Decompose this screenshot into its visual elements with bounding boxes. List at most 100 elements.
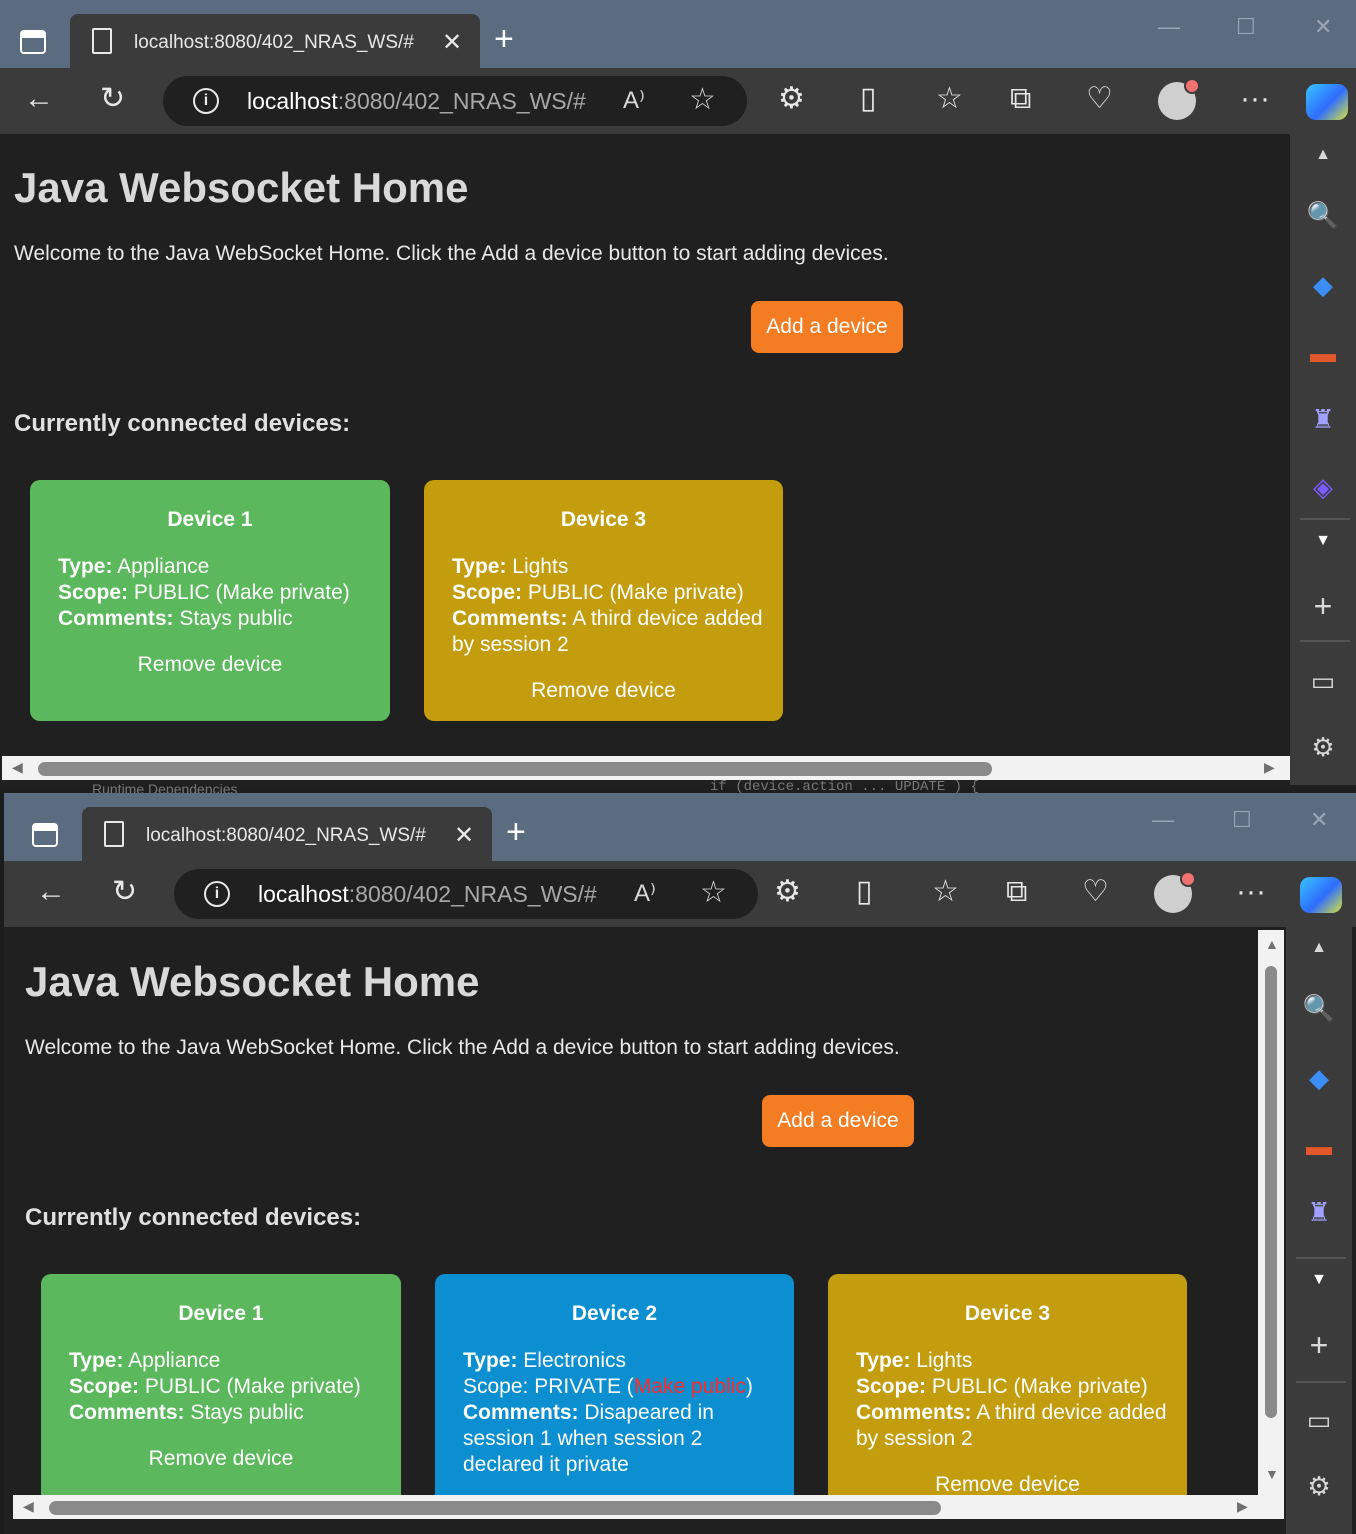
profile-avatar[interactable] xyxy=(1154,871,1196,913)
scope-label: Scope: xyxy=(69,1375,140,1398)
search-icon[interactable]: 🔍 xyxy=(1286,993,1352,1024)
more-icon[interactable]: ··· xyxy=(1240,84,1270,114)
browser-window-session-1: localhost:8080/402_NRAS_WS/# ✕ + — ☐ ✕ ←… xyxy=(0,0,1356,785)
close-window-icon[interactable]: ✕ xyxy=(1314,14,1332,40)
extensions-icon[interactable]: ⚙ xyxy=(778,84,805,114)
close-tab-icon[interactable]: ✕ xyxy=(454,821,474,850)
site-info-icon[interactable]: i xyxy=(204,881,230,907)
close-tab-icon[interactable]: ✕ xyxy=(442,28,462,57)
split-screen-icon[interactable]: ▯ xyxy=(860,84,877,114)
add-sidebar-app-icon[interactable]: + xyxy=(1290,588,1356,625)
scroll-right-icon[interactable]: ▶ xyxy=(1237,1498,1248,1515)
scrollbar-thumb[interactable] xyxy=(38,762,992,776)
scroll-left-icon[interactable]: ◀ xyxy=(12,759,23,776)
device-card: Device 1 Type: Appliance Scope: PUBLIC (… xyxy=(41,1274,401,1495)
edge-sidebar: ▲ 🔍 ◆ ▬ ♜ ▼ + ▭ ⚙ xyxy=(1286,927,1352,1534)
tab-active[interactable]: localhost:8080/402_NRAS_WS/# ✕ xyxy=(70,14,480,70)
address-bar[interactable]: i localhost:8080/402_NRAS_WS/# A⁾ ☆ xyxy=(174,869,758,919)
hide-sidebar-icon[interactable]: ▭ xyxy=(1290,666,1356,697)
copilot-icon[interactable] xyxy=(1306,84,1348,120)
remove-device-button[interactable]: Remove device xyxy=(30,652,390,678)
comments-label: Comments: xyxy=(58,607,174,630)
device-scope-toggle[interactable]: PUBLIC (Make private) xyxy=(926,1375,1148,1398)
new-tab-button[interactable]: + xyxy=(506,813,526,852)
maximize-icon[interactable]: ☐ xyxy=(1232,807,1252,833)
url-text[interactable]: localhost:8080/402_NRAS_WS/# xyxy=(247,88,586,115)
device-scope-toggle[interactable]: PUBLIC (Make private) xyxy=(139,1375,361,1398)
comments-label: Comments: xyxy=(856,1401,972,1424)
device-name: Device 1 xyxy=(167,508,253,531)
scroll-up-icon[interactable]: ▲ xyxy=(1290,146,1356,164)
minimize-icon[interactable]: — xyxy=(1158,14,1180,40)
collections-icon[interactable]: ⧉ xyxy=(1006,877,1027,907)
hide-sidebar-icon[interactable]: ▭ xyxy=(1286,1405,1352,1436)
tab-active[interactable]: localhost:8080/402_NRAS_WS/# ✕ xyxy=(82,807,492,863)
shopping-tag-icon[interactable]: ◆ xyxy=(1290,270,1356,301)
make-public-link[interactable]: Make public xyxy=(634,1375,746,1398)
scroll-down-icon[interactable]: ▼ xyxy=(1286,1271,1352,1289)
comments-label: Comments: xyxy=(463,1401,579,1424)
shopping-tag-icon[interactable]: ◆ xyxy=(1286,1063,1352,1094)
profile-avatar[interactable] xyxy=(1158,78,1200,120)
refresh-icon[interactable]: ↻ xyxy=(100,84,125,114)
vertical-scrollbar[interactable]: ▲ ▼ xyxy=(1258,930,1284,1495)
scroll-down-icon[interactable]: ▼ xyxy=(1290,532,1356,550)
remove-device-button[interactable]: Remove device xyxy=(41,1446,401,1472)
scroll-up-arrow-icon[interactable]: ▲ xyxy=(1265,936,1279,952)
scroll-right-icon[interactable]: ▶ xyxy=(1264,759,1275,776)
scope-label: Scope: xyxy=(856,1375,927,1398)
toolbar: ← ↻ i localhost:8080/402_NRAS_WS/# A⁾ ☆ … xyxy=(0,68,1356,134)
copilot-icon[interactable] xyxy=(1300,877,1342,913)
games-icon[interactable]: ♜ xyxy=(1290,404,1356,435)
new-tab-button[interactable]: + xyxy=(494,20,514,59)
favorites-icon[interactable]: ☆ xyxy=(936,84,963,114)
refresh-icon[interactable]: ↻ xyxy=(112,877,137,907)
scrollbar-thumb[interactable] xyxy=(1265,966,1277,1418)
add-sidebar-app-icon[interactable]: + xyxy=(1286,1327,1352,1364)
close-window-icon[interactable]: ✕ xyxy=(1310,807,1328,833)
add-device-button[interactable]: Add a device xyxy=(762,1095,914,1147)
tab-title: localhost:8080/402_NRAS_WS/# xyxy=(134,32,414,53)
collections-icon[interactable]: ⧉ xyxy=(1010,84,1031,114)
remove-device-button[interactable]: Remove device xyxy=(828,1472,1187,1495)
browser-essentials-icon[interactable]: ♡ xyxy=(1082,877,1109,907)
address-bar[interactable]: i localhost:8080/402_NRAS_WS/# A⁾ ☆ xyxy=(163,76,747,126)
tab-actions-icon[interactable] xyxy=(32,823,58,847)
read-aloud-icon[interactable]: A⁾ xyxy=(623,86,645,115)
microsoft-365-icon[interactable]: ◈ xyxy=(1290,472,1356,503)
favorite-star-icon[interactable]: ☆ xyxy=(689,82,716,117)
scrollbar-thumb[interactable] xyxy=(49,1501,941,1515)
comments-label: Comments: xyxy=(69,1401,185,1424)
tools-icon[interactable]: ▬ xyxy=(1290,338,1356,369)
url-text[interactable]: localhost:8080/402_NRAS_WS/# xyxy=(258,881,597,908)
favorite-star-icon[interactable]: ☆ xyxy=(700,875,727,910)
horizontal-scrollbar[interactable]: ◀ ▶ xyxy=(2,756,1290,780)
horizontal-scrollbar[interactable]: ◀ ▶ xyxy=(13,1495,1284,1519)
browser-essentials-icon[interactable]: ♡ xyxy=(1086,84,1113,114)
tools-icon[interactable]: ▬ xyxy=(1286,1131,1352,1162)
welcome-text: Welcome to the Java WebSocket Home. Clic… xyxy=(25,1036,900,1059)
scroll-down-arrow-icon[interactable]: ▼ xyxy=(1265,1466,1279,1482)
add-device-button[interactable]: Add a device xyxy=(751,301,903,353)
read-aloud-icon[interactable]: A⁾ xyxy=(634,879,656,908)
settings-gear-icon[interactable]: ⚙ xyxy=(1286,1471,1352,1502)
device-scope-toggle[interactable]: PUBLIC (Make private) xyxy=(128,581,350,604)
site-info-icon[interactable]: i xyxy=(193,88,219,114)
minimize-icon[interactable]: — xyxy=(1152,807,1174,833)
maximize-icon[interactable]: ☐ xyxy=(1236,14,1256,40)
back-icon[interactable]: ← xyxy=(24,84,54,114)
remove-device-button[interactable]: Remove device xyxy=(424,678,783,704)
settings-gear-icon[interactable]: ⚙ xyxy=(1290,732,1356,763)
favorites-icon[interactable]: ☆ xyxy=(932,877,959,907)
device-scope-toggle[interactable]: PUBLIC (Make private) xyxy=(522,581,744,604)
scroll-up-icon[interactable]: ▲ xyxy=(1286,939,1352,957)
comments-label: Comments: xyxy=(452,607,568,630)
extensions-icon[interactable]: ⚙ xyxy=(774,877,801,907)
split-screen-icon[interactable]: ▯ xyxy=(856,877,873,907)
search-icon[interactable]: 🔍 xyxy=(1290,200,1356,231)
more-icon[interactable]: ··· xyxy=(1236,877,1266,907)
games-icon[interactable]: ♜ xyxy=(1286,1197,1352,1228)
tab-actions-icon[interactable] xyxy=(20,30,46,54)
back-icon[interactable]: ← xyxy=(36,877,66,907)
scroll-left-icon[interactable]: ◀ xyxy=(23,1498,34,1515)
